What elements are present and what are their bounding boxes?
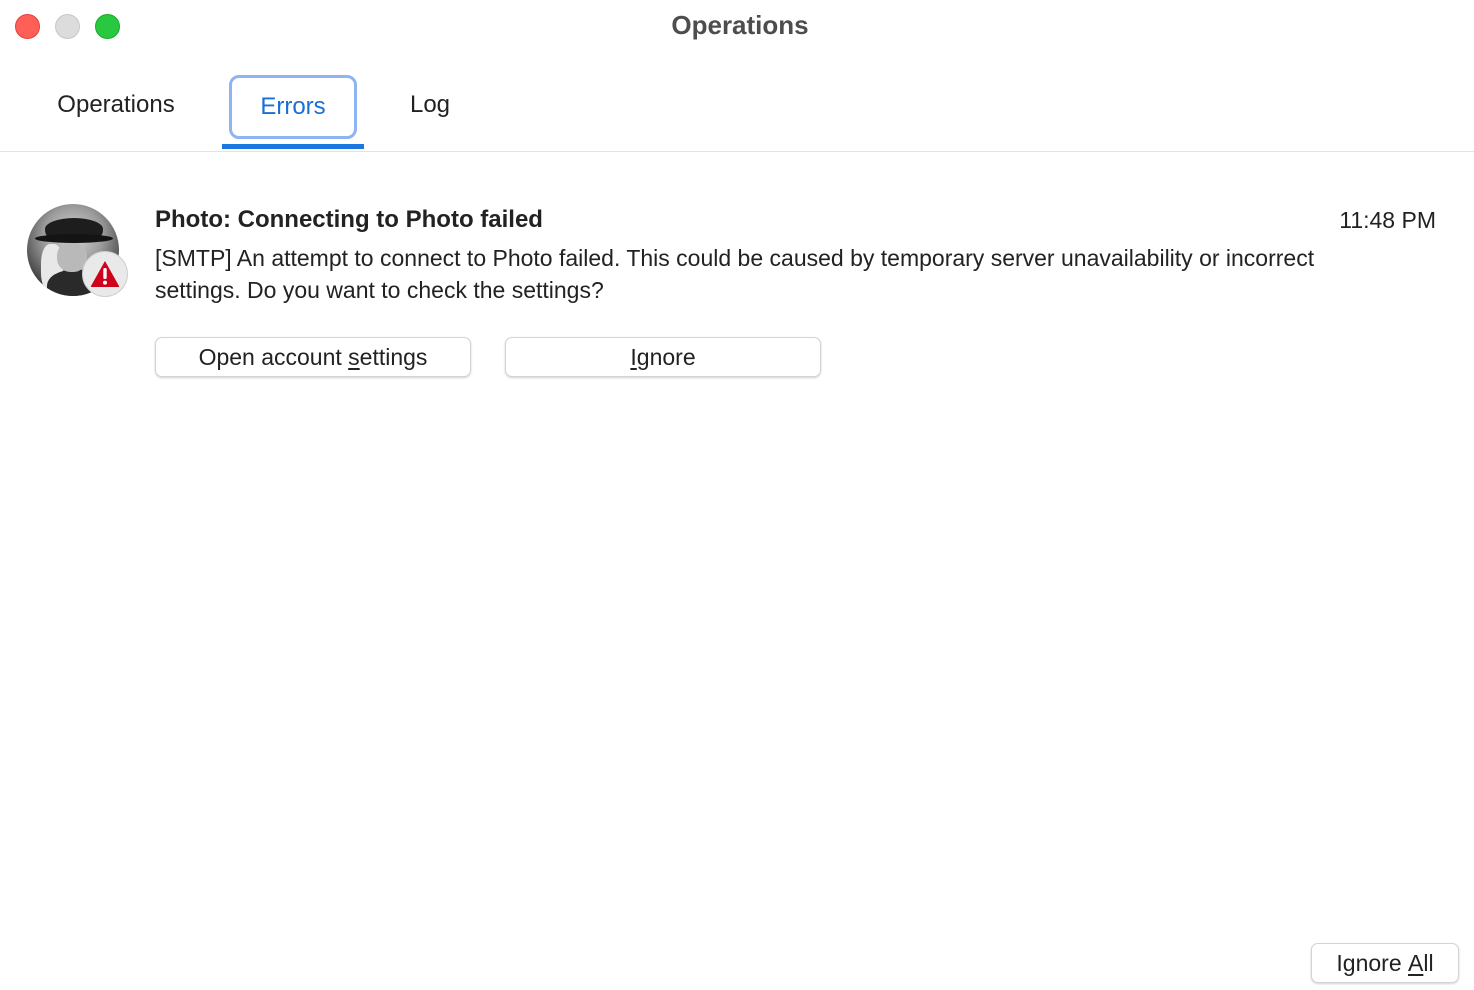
- button-label: Ignore: [1336, 949, 1409, 976]
- warning-badge: [82, 251, 128, 297]
- ignore-all-button[interactable]: Ignore All: [1311, 943, 1459, 983]
- error-title: Photo: Connecting to Photo failed: [155, 206, 543, 233]
- tab-operations[interactable]: Operations: [30, 76, 202, 134]
- selected-tab-indicator: [222, 144, 364, 149]
- window-title: Operations: [671, 10, 809, 40]
- button-label-rest: ettings: [359, 343, 428, 370]
- tab-errors[interactable]: Errors: [229, 75, 357, 139]
- button-mnemonic: s: [348, 343, 360, 370]
- button-label: Open account: [198, 343, 349, 370]
- operations-window: Operations Operations Errors Log Photo: …: [0, 0, 1474, 990]
- button-label-rest: ll: [1423, 949, 1434, 976]
- tab-log[interactable]: Log: [390, 76, 470, 134]
- open-account-settings-button[interactable]: Open account s ettings: [155, 337, 471, 377]
- error-message: [SMTP] An attempt to connect to Photo fa…: [155, 245, 1315, 303]
- tab-bar: Operations Errors Log: [0, 70, 1474, 152]
- error-timestamp: 11:48 PM: [1339, 207, 1436, 233]
- button-mnemonic: A: [1408, 949, 1424, 976]
- ignore-button[interactable]: Ignore: [505, 337, 821, 377]
- warning-icon: [90, 261, 120, 287]
- title-bar: Operations: [0, 0, 1474, 52]
- button-label-rest: gnore: [636, 343, 696, 370]
